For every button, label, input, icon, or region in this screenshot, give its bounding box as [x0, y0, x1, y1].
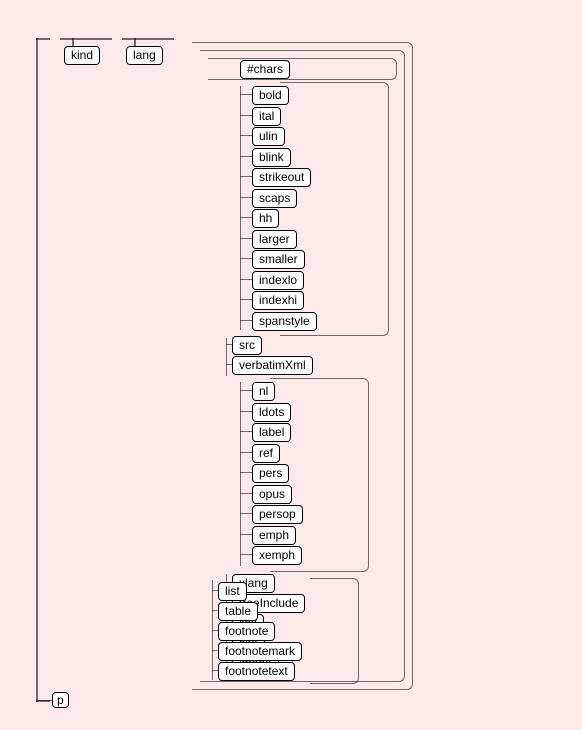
label: pers — [259, 466, 282, 480]
node-spanstyle: spanstyle — [252, 312, 317, 331]
label: strikeout — [259, 170, 304, 184]
diagram-rail — [36, 38, 50, 40]
label: p — [57, 693, 64, 707]
label: footnotetext — [225, 664, 288, 678]
label: smaller — [259, 252, 298, 266]
node-ital: ital — [252, 107, 281, 126]
diagram-connector — [240, 534, 252, 535]
diagram-connector — [240, 493, 252, 494]
node-strikeout: strikeout — [252, 168, 311, 187]
diagram-connector — [240, 156, 252, 157]
node-chars: #chars — [240, 60, 290, 79]
diagram-rail — [36, 38, 38, 702]
node-blink: blink — [252, 148, 291, 167]
diagram-connector — [240, 176, 252, 177]
label: ldots — [259, 405, 284, 419]
attr-kind: kind — [64, 46, 100, 65]
label: larger — [259, 232, 290, 246]
label: bold — [259, 88, 282, 102]
attr-lang: lang — [126, 46, 163, 65]
node-ref: ref — [252, 444, 280, 463]
label: spanstyle — [259, 314, 310, 328]
diagram-connector — [240, 452, 252, 453]
diagram-connector — [240, 217, 252, 218]
node-nl: nl — [252, 382, 275, 401]
label: indexhi — [259, 293, 297, 307]
diagram-connector — [240, 258, 252, 259]
schema-diagram: { "attrs": { "kind": "kind", "lang": "la… — [0, 0, 582, 730]
node-p: p — [52, 692, 69, 708]
label: emph — [259, 528, 289, 542]
label: #chars — [247, 62, 283, 76]
node-src: src — [232, 336, 262, 355]
label: ital — [259, 109, 274, 123]
node-verbatimxml: verbatimXml — [232, 356, 313, 375]
diagram-connector — [240, 513, 252, 514]
node-emph: emph — [252, 526, 296, 545]
diagram-connector — [240, 238, 252, 239]
node-ulin: ulin — [252, 127, 285, 146]
label: src — [239, 338, 255, 352]
node-xemph: xemph — [252, 546, 302, 565]
diagram-connector — [240, 431, 252, 432]
diagram-connector — [240, 197, 252, 198]
node-footnote: footnote — [218, 622, 275, 641]
node-opus: opus — [252, 485, 292, 504]
node-bold: bold — [252, 86, 289, 105]
node-hh: hh — [252, 209, 279, 228]
label: nl — [259, 384, 268, 398]
label: xemph — [259, 548, 295, 562]
diagram-rail — [208, 58, 397, 80]
label: lang — [133, 48, 156, 62]
diagram-connector — [240, 115, 252, 116]
diagram-connector — [240, 299, 252, 300]
label: footnotemark — [225, 644, 295, 658]
node-scaps: scaps — [252, 189, 297, 208]
label: verbatimXml — [239, 358, 306, 372]
node-table: table — [218, 602, 258, 621]
label: ref — [259, 446, 273, 460]
node-footnotetext: footnotetext — [218, 662, 295, 681]
node-pers: pers — [252, 464, 289, 483]
label: label — [259, 425, 284, 439]
diagram-connector — [240, 411, 252, 412]
label: opus — [259, 487, 285, 501]
label: list — [225, 584, 240, 598]
node-list: list — [218, 582, 247, 601]
diagram-rail — [240, 86, 241, 330]
node-ldots: ldots — [252, 403, 291, 422]
node-persop: persop — [252, 505, 303, 524]
diagram-connector — [240, 554, 252, 555]
label: kind — [71, 48, 93, 62]
diagram-connector — [240, 135, 252, 136]
label: hh — [259, 211, 272, 225]
diagram-connector — [240, 390, 252, 391]
diagram-connector — [240, 320, 252, 321]
diagram-connector — [240, 472, 252, 473]
label: footnote — [225, 624, 268, 638]
node-larger: larger — [252, 230, 297, 249]
label: indexlo — [259, 273, 297, 287]
label: ulin — [259, 129, 278, 143]
node-footnotemark: footnotemark — [218, 642, 302, 661]
node-indexlo: indexlo — [252, 271, 304, 290]
label: persop — [259, 507, 296, 521]
label: scaps — [259, 191, 290, 205]
diagram-rail — [310, 578, 359, 684]
node-smaller: smaller — [252, 250, 305, 269]
diagram-connector — [240, 94, 252, 95]
diagram-connector — [240, 279, 252, 280]
label: table — [225, 604, 251, 618]
label: blink — [259, 150, 284, 164]
node-indexhi: indexhi — [252, 291, 304, 310]
node-label: label — [252, 423, 291, 442]
